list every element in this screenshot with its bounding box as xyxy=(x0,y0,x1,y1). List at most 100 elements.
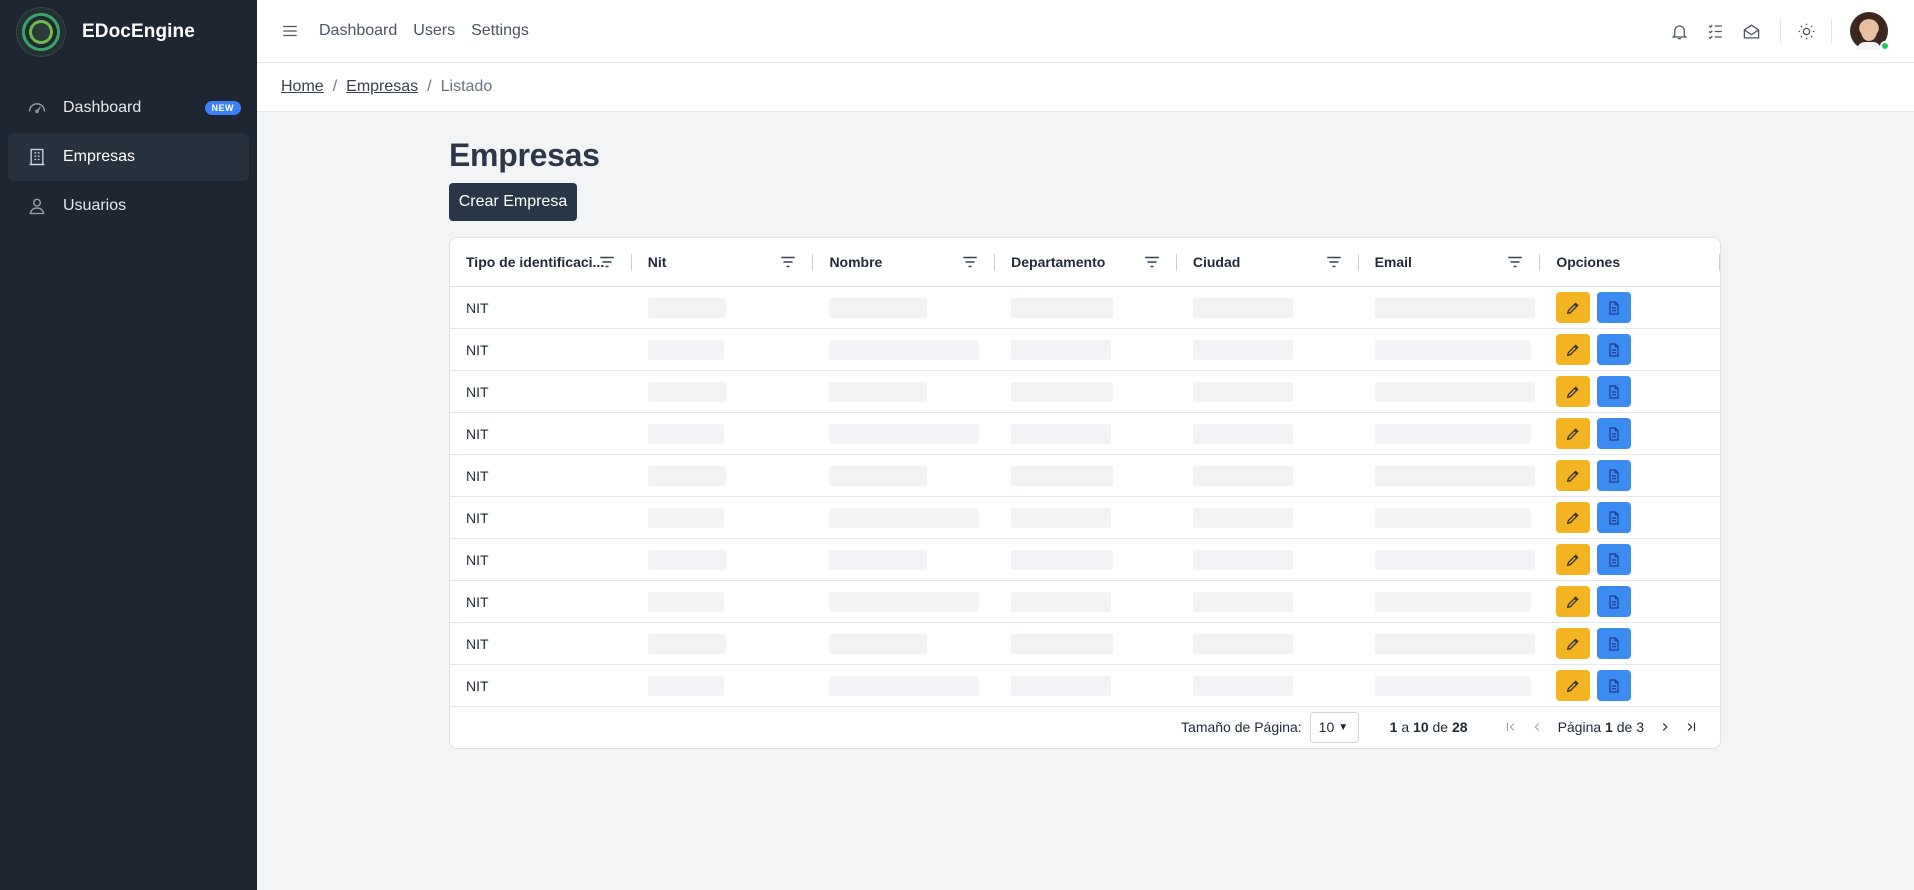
next-page-icon[interactable] xyxy=(1656,718,1674,736)
filter-icon[interactable] xyxy=(961,253,979,271)
document-button[interactable] xyxy=(1597,586,1632,617)
column-header-nombre[interactable]: Nombre xyxy=(813,238,996,286)
cell-tipo: NIT xyxy=(466,341,489,358)
redacted-value xyxy=(1011,297,1114,318)
column-resize-handle[interactable] xyxy=(1719,254,1720,271)
document-button[interactable] xyxy=(1597,460,1632,491)
redacted-value xyxy=(829,507,980,528)
cell-nit xyxy=(632,455,814,496)
document-button[interactable] xyxy=(1597,502,1632,533)
edit-button[interactable] xyxy=(1556,670,1591,701)
filter-icon[interactable] xyxy=(1325,253,1343,271)
top-link-dashboard[interactable]: Dashboard xyxy=(319,22,397,40)
cell-email xyxy=(1359,665,1541,706)
filter-icon[interactable] xyxy=(1143,253,1161,271)
edit-button[interactable] xyxy=(1556,628,1591,659)
edit-button[interactable] xyxy=(1556,334,1591,365)
cell-opciones xyxy=(1540,497,1720,538)
divider xyxy=(1831,18,1832,44)
page-info: Página 1 de 3 xyxy=(1558,719,1644,735)
redacted-value xyxy=(647,297,726,318)
top-link-users[interactable]: Users xyxy=(413,22,455,40)
table-row[interactable]: NIT xyxy=(450,539,1720,581)
filter-icon[interactable] xyxy=(598,253,616,271)
document-button[interactable] xyxy=(1597,544,1632,575)
table-row[interactable]: NIT xyxy=(450,581,1720,623)
sidebar-item-label: Dashboard xyxy=(63,99,142,116)
redacted-value xyxy=(1011,675,1112,696)
table-row[interactable]: NIT xyxy=(450,623,1720,665)
cell-departamento xyxy=(995,455,1177,496)
new-badge: NEW xyxy=(204,101,241,115)
cell-nit xyxy=(632,497,814,538)
cell-email xyxy=(1359,413,1541,454)
redacted-value xyxy=(829,675,980,696)
redacted-value xyxy=(647,339,724,360)
menu-icon[interactable] xyxy=(279,20,301,42)
breadcrumb-home[interactable]: Home xyxy=(281,78,324,96)
cell-opciones xyxy=(1540,329,1720,370)
edit-button[interactable] xyxy=(1556,460,1591,491)
table-row[interactable]: NIT xyxy=(450,413,1720,455)
column-header-nit[interactable]: Nit xyxy=(632,238,814,286)
row-range: 1 a 10 de 28 xyxy=(1390,719,1468,735)
column-header-tipo[interactable]: Tipo de identificaci... xyxy=(450,238,632,286)
redacted-value xyxy=(829,297,928,318)
column-header-ciudad[interactable]: Ciudad xyxy=(1177,238,1359,286)
table-row[interactable]: NIT xyxy=(450,455,1720,497)
column-header-email[interactable]: Email xyxy=(1359,238,1541,286)
filter-icon[interactable] xyxy=(1506,253,1524,271)
first-page-icon[interactable] xyxy=(1502,718,1520,736)
sidebar-item-empresas[interactable]: Empresas xyxy=(8,133,249,181)
document-button[interactable] xyxy=(1597,670,1632,701)
cell-opciones xyxy=(1540,413,1720,454)
create-empresa-button[interactable]: Crear Empresa xyxy=(449,183,577,221)
page-size-select[interactable]: 10 ▼ xyxy=(1309,711,1359,743)
sidebar-item-dashboard[interactable]: Dashboard NEW xyxy=(8,84,249,132)
bell-icon[interactable] xyxy=(1668,20,1690,42)
cell-email xyxy=(1359,455,1541,496)
redacted-value xyxy=(647,633,726,654)
table-row[interactable]: NIT xyxy=(450,665,1720,707)
breadcrumb-empresas[interactable]: Empresas xyxy=(346,78,418,96)
edit-button[interactable] xyxy=(1556,502,1591,533)
table-row[interactable]: NIT xyxy=(450,287,1720,329)
column-label: Nit xyxy=(647,254,667,270)
cell-ciudad xyxy=(1177,455,1359,496)
cell-opciones xyxy=(1540,539,1720,580)
table-row[interactable]: NIT xyxy=(450,497,1720,539)
edit-button[interactable] xyxy=(1556,376,1591,407)
cell-tipo: NIT xyxy=(466,509,489,526)
previous-page-icon[interactable] xyxy=(1528,718,1546,736)
table-row[interactable]: NIT xyxy=(450,371,1720,413)
checklist-icon[interactable] xyxy=(1704,20,1726,42)
sun-icon[interactable] xyxy=(1795,20,1817,42)
cell-nit xyxy=(632,413,814,454)
table-row[interactable]: NIT xyxy=(450,329,1720,371)
filter-icon[interactable] xyxy=(779,253,797,271)
breadcrumb: Home / Empresas / Listado xyxy=(257,63,1914,112)
redacted-value xyxy=(647,549,726,570)
cell-nit xyxy=(632,665,814,706)
top-link-settings[interactable]: Settings xyxy=(471,22,529,40)
document-button[interactable] xyxy=(1597,334,1632,365)
document-button[interactable] xyxy=(1597,292,1632,323)
brand[interactable]: EDocEngine xyxy=(0,0,257,63)
redacted-value xyxy=(1011,549,1114,570)
range-word: a xyxy=(1401,719,1410,735)
column-header-departamento[interactable]: Departamento xyxy=(995,238,1177,286)
edit-button[interactable] xyxy=(1556,418,1591,449)
document-button[interactable] xyxy=(1597,628,1632,659)
mail-open-icon[interactable] xyxy=(1740,20,1762,42)
sidebar-item-usuarios[interactable]: Usuarios xyxy=(8,182,249,230)
document-button[interactable] xyxy=(1597,418,1632,449)
edit-button[interactable] xyxy=(1556,544,1591,575)
edit-button[interactable] xyxy=(1556,292,1591,323)
table-body: NIT NIT NIT NIT NIT NIT NIT NIT NIT NIT xyxy=(450,287,1720,707)
document-button[interactable] xyxy=(1597,376,1632,407)
last-page-icon[interactable] xyxy=(1682,718,1700,736)
avatar[interactable] xyxy=(1850,12,1890,51)
cell-departamento xyxy=(995,497,1177,538)
edit-button[interactable] xyxy=(1556,586,1591,617)
column-header-opciones[interactable]: Opciones xyxy=(1540,238,1720,286)
